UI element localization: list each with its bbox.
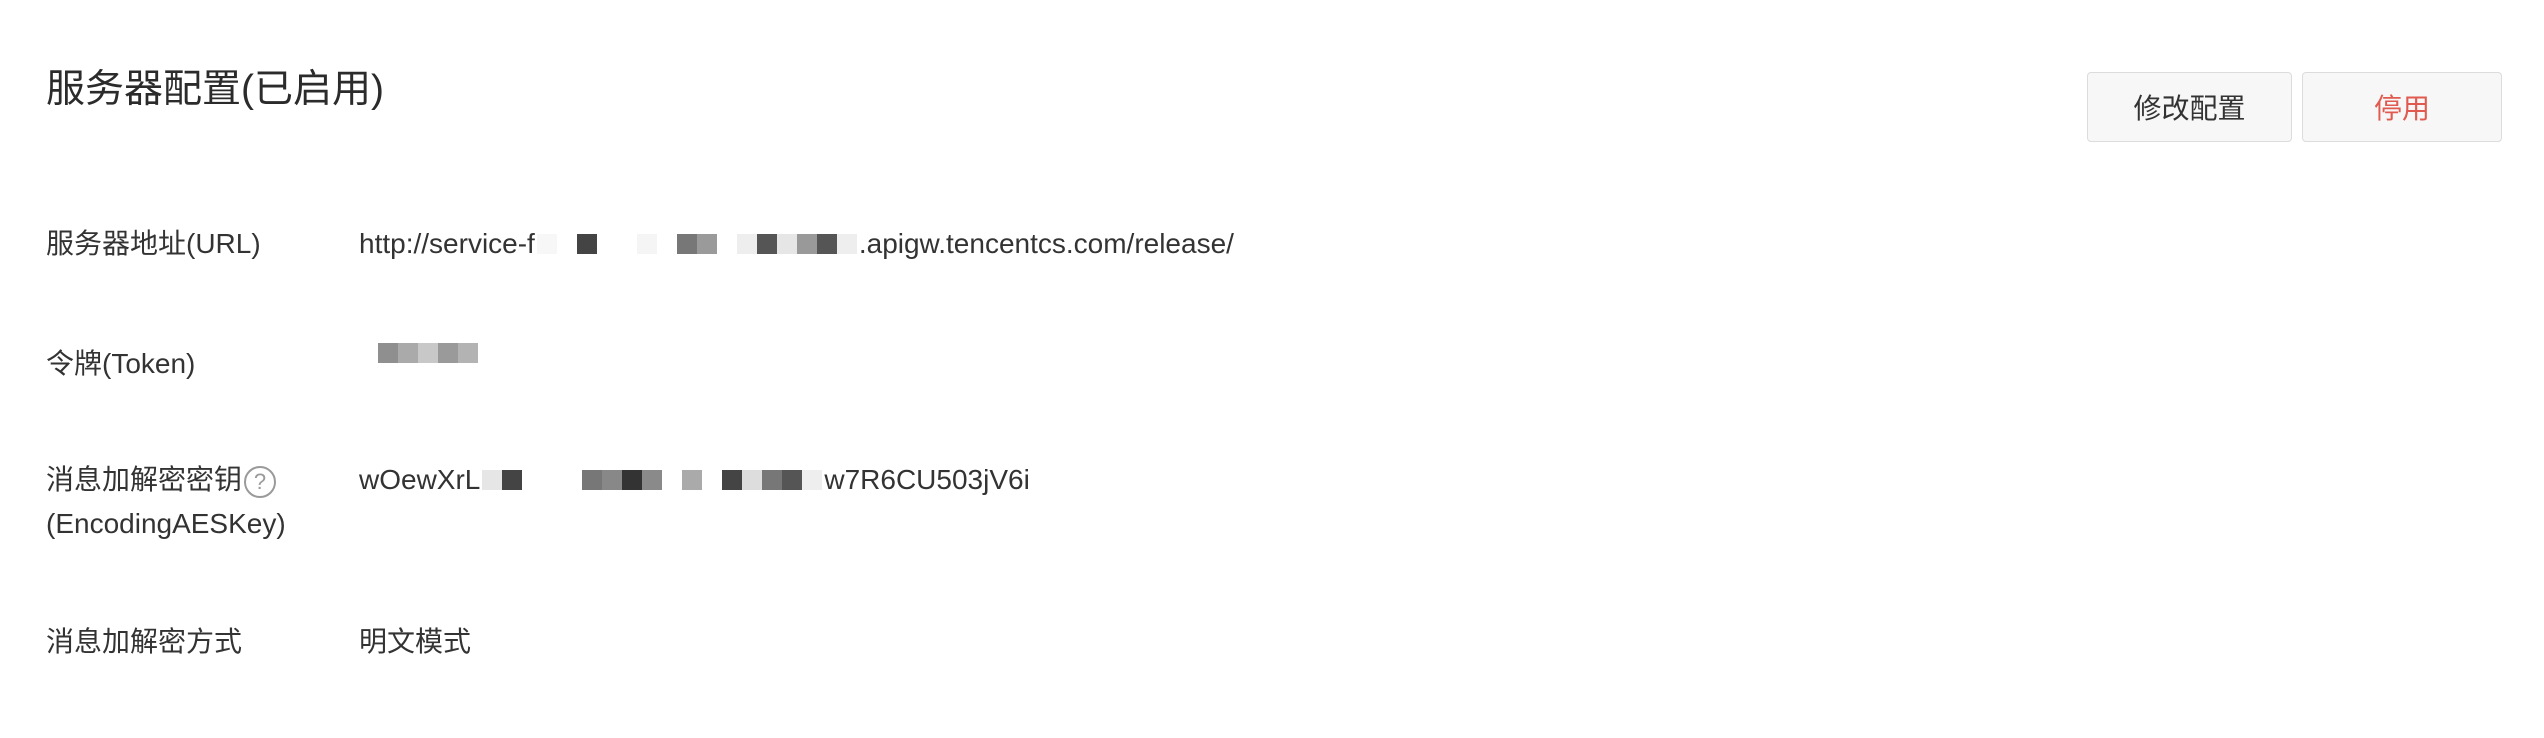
question-circle-icon[interactable]: ? <box>244 465 277 498</box>
url-value: http://service-f .apigw.tencentcs.com/re… <box>359 222 1234 266</box>
encryption-mode-label: 消息加解密方式 <box>46 626 243 657</box>
aes-key-value: wOewXrL w7R6CU503jV6i <box>359 458 1030 502</box>
url-value-prefix: http://service-f <box>359 228 535 259</box>
aes-key-label: 消息加解密密钥? (EncodingAESKey) <box>46 458 346 546</box>
redacted-mosaic <box>482 469 823 491</box>
server-config-panel: 服务器配置(已启用) 修改配置 停用 服务器地址(URL) http://ser… <box>0 0 2544 738</box>
edit-config-button[interactable]: 修改配置 <box>2087 72 2292 142</box>
aes-key-label-line1: 消息加解密密钥? <box>46 458 346 502</box>
header-actions: 修改配置 停用 <box>2087 72 2502 142</box>
aes-key-label-line2: (EncodingAESKey) <box>46 508 286 539</box>
token-value <box>376 342 480 364</box>
redacted-mosaic <box>536 233 857 255</box>
disable-button[interactable]: 停用 <box>2302 72 2502 142</box>
token-label: 令牌(Token) <box>46 348 196 379</box>
aes-key-value-prefix: wOewXrL <box>359 464 481 495</box>
url-label: 服务器地址(URL) <box>46 228 261 259</box>
page-title: 服务器配置(已启用) <box>46 68 384 111</box>
redacted-mosaic <box>378 342 478 364</box>
aes-key-label-text: 消息加解密密钥 <box>46 464 243 495</box>
aes-key-value-suffix: w7R6CU503jV6i <box>824 464 1030 495</box>
encryption-mode-value: 明文模式 <box>359 626 472 657</box>
url-value-suffix: .apigw.tencentcs.com/release/ <box>858 228 1234 259</box>
